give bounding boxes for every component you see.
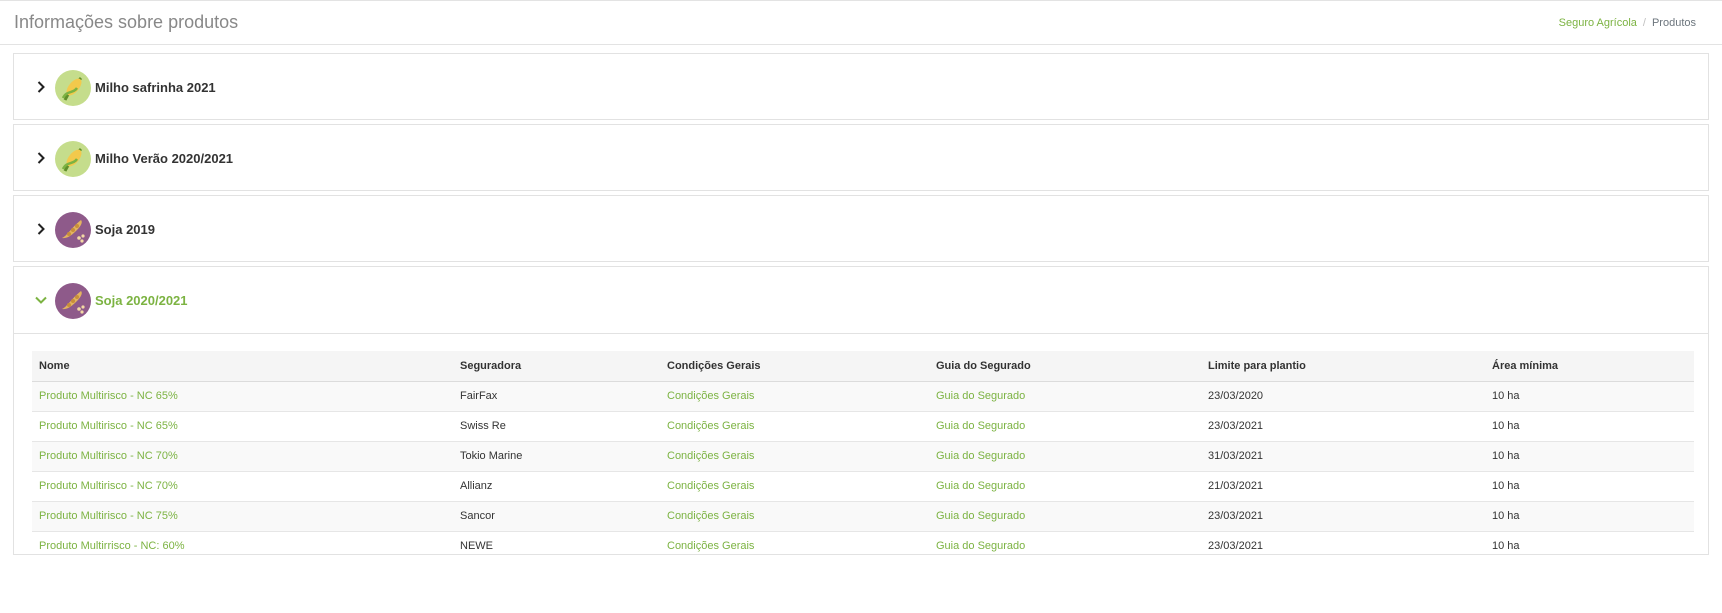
- guide-link[interactable]: Guia do Segurado: [936, 480, 1025, 492]
- column-header-guia-do-segurado: Guia do Segurado: [929, 351, 1201, 382]
- deadline-cell: 21/03/2021: [1201, 471, 1485, 502]
- corn-icon: [55, 141, 91, 177]
- product-name-link[interactable]: Produto Multirrisco - NC: 60%: [39, 540, 185, 552]
- min-area-cell: 10 ha: [1485, 381, 1694, 412]
- product-name-link[interactable]: Produto Multirisco - NC 65%: [39, 420, 178, 432]
- deadline-cell: 23/03/2021: [1208, 540, 1264, 553]
- accordion-panel-milho-safrinha-2021: Milho safrinha 2021: [13, 53, 1709, 120]
- insurer-cell: Allianz: [453, 471, 660, 502]
- deadline-cell: 23/03/2021: [1201, 501, 1485, 532]
- breadcrumb: Seguro Agrícola / Produtos: [1559, 17, 1696, 29]
- conditions-link[interactable]: Condições Gerais: [667, 540, 754, 552]
- product-name-link[interactable]: Produto Multirisco - NC 70%: [39, 480, 178, 492]
- guide-link[interactable]: Guia do Segurado: [936, 390, 1025, 402]
- breadcrumb-separator: /: [1642, 17, 1646, 29]
- column-header-condicoes-gerais: Condições Gerais: [660, 351, 929, 382]
- table-row: Produto Multirrisco - NC: 60% NEWE Condi…: [32, 531, 1694, 561]
- guide-link[interactable]: Guia do Segurado: [936, 540, 1025, 552]
- page-title: Informações sobre produtos: [14, 12, 239, 32]
- accordion-header-milho-safrinha-2021[interactable]: Milho safrinha 2021: [14, 54, 1708, 121]
- column-header-limite-para-plantio: Limite para plantio: [1201, 351, 1485, 382]
- insurer-cell: FairFax: [453, 381, 660, 412]
- conditions-link[interactable]: Condições Gerais: [667, 390, 754, 402]
- deadline-cell: 31/03/2021: [1201, 441, 1485, 472]
- deadline-cell: 23/03/2020: [1201, 381, 1485, 412]
- table-row: Produto Multirisco - NC 65% FairFax Cond…: [32, 381, 1694, 412]
- chevron-right-icon: [33, 79, 49, 95]
- insurer-cell: NEWE: [460, 540, 493, 553]
- guide-link[interactable]: Guia do Segurado: [936, 450, 1025, 462]
- accordion-panel-milho-verao-2020-2021: Milho Verão 2020/2021: [13, 124, 1709, 191]
- conditions-link[interactable]: Condições Gerais: [667, 510, 754, 522]
- conditions-link[interactable]: Condições Gerais: [667, 450, 754, 462]
- table-row: Produto Multirisco - NC 65% Swiss Re Con…: [32, 411, 1694, 442]
- chevron-right-icon: [33, 221, 49, 237]
- min-area-cell: 10 ha: [1485, 501, 1694, 532]
- insurer-cell: Swiss Re: [453, 411, 660, 442]
- chevron-down-icon: [33, 292, 49, 308]
- corn-icon: [55, 70, 91, 106]
- soybean-icon: [55, 283, 91, 319]
- guide-link[interactable]: Guia do Segurado: [936, 510, 1025, 522]
- column-header-area-minima: Área mínima: [1485, 351, 1694, 382]
- panel-title: Milho Verão 2020/2021: [95, 151, 234, 166]
- soybean-icon: [55, 212, 91, 248]
- min-area-cell: 10 ha: [1485, 471, 1694, 502]
- products-table: Nome Seguradora Condições Gerais Guia do…: [32, 351, 1694, 561]
- chevron-right-icon: [33, 150, 49, 166]
- accordion-header-soja-2020-2021[interactable]: Soja 2020/2021: [14, 267, 1708, 334]
- accordion-panel-soja-2020-2021: Soja 2020/2021 Nome Seguradora Condições…: [13, 266, 1709, 555]
- panel-title: Soja 2019: [95, 222, 155, 237]
- accordion-header-soja-2019[interactable]: Soja 2019: [14, 196, 1708, 263]
- breadcrumb-current: Produtos: [1651, 17, 1696, 29]
- guide-link[interactable]: Guia do Segurado: [936, 420, 1025, 432]
- deadline-cell: 23/03/2021: [1201, 411, 1485, 442]
- column-header-seguradora: Seguradora: [453, 351, 660, 382]
- min-area-cell: 10 ha: [1492, 540, 1520, 553]
- panel-title: Milho safrinha 2021: [95, 80, 216, 95]
- insurer-cell: Sancor: [453, 501, 660, 532]
- panel-title: Soja 2020/2021: [95, 293, 188, 308]
- table-row: Produto Multirisco - NC 70% Tokio Marine…: [32, 441, 1694, 472]
- min-area-cell: 10 ha: [1485, 411, 1694, 442]
- conditions-link[interactable]: Condições Gerais: [667, 420, 754, 432]
- page-header: Informações sobre produtos Seguro Agríco…: [0, 0, 1722, 45]
- accordion-panel-soja-2019: Soja 2019: [13, 195, 1709, 262]
- conditions-link[interactable]: Condições Gerais: [667, 480, 754, 492]
- insurer-cell: Tokio Marine: [453, 441, 660, 472]
- breadcrumb-link-seguro-agricola[interactable]: Seguro Agrícola: [1559, 17, 1637, 29]
- product-name-link[interactable]: Produto Multirisco - NC 75%: [39, 510, 178, 522]
- accordion-header-milho-verao-2020-2021[interactable]: Milho Verão 2020/2021: [14, 125, 1708, 192]
- product-name-link[interactable]: Produto Multirisco - NC 70%: [39, 450, 178, 462]
- column-header-nome: Nome: [32, 351, 453, 382]
- table-row: Produto Multirisco - NC 75% Sancor Condi…: [32, 501, 1694, 532]
- table-row: Produto Multirisco - NC 70% Allianz Cond…: [32, 471, 1694, 502]
- min-area-cell: 10 ha: [1485, 441, 1694, 472]
- product-name-link[interactable]: Produto Multirisco - NC 65%: [39, 390, 178, 402]
- table-header-row: Nome Seguradora Condições Gerais Guia do…: [32, 351, 1694, 382]
- products-table-container: Nome Seguradora Condições Gerais Guia do…: [14, 334, 1708, 575]
